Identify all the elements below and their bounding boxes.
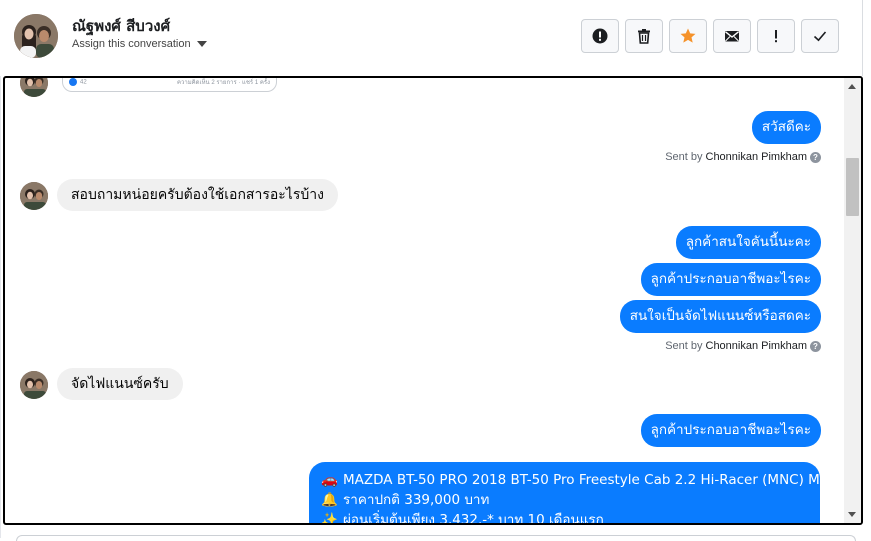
star-icon	[680, 28, 696, 43]
sent-by-label: Sent by Chonnikan Pimkham?	[665, 340, 821, 352]
message-bubble-incoming[interactable]: จัดไฟแนนซ์ครับ	[57, 368, 183, 400]
shared-post-preview[interactable]: 42 ความคิดเห็น 2 รายการ · แชร์ 1 ครั้ง	[62, 78, 277, 92]
star-button[interactable]	[669, 19, 707, 53]
left-frame	[0, 76, 1, 538]
delete-button[interactable]	[625, 19, 663, 53]
product-installment-line: ✨ ผ่อนเริ่มต้นเพียง 3,432.-* บาท 10 เดือน…	[321, 510, 808, 525]
message-bubble-outgoing[interactable]: ลูกค้าประกอบอาชีพอะไรคะ	[640, 263, 821, 296]
contact-avatar	[20, 182, 48, 210]
product-price-line: 🔔 ราคาปกติ 339,000 บาท	[321, 492, 490, 508]
reaction-count: 42	[69, 78, 87, 86]
exclamation-icon	[775, 30, 777, 43]
message-bubble-outgoing[interactable]: ลูกค้าสนใจคันนี้นะคะ	[675, 226, 821, 259]
caret-down-icon	[196, 41, 207, 47]
done-button[interactable]	[801, 19, 839, 53]
contact-avatar	[20, 371, 48, 399]
conversation-header: ณัฐพงศ์ สีบวงศ์ Assign this conversation	[0, 0, 871, 76]
scroll-thumb[interactable]	[846, 158, 859, 216]
assign-label: Assign this conversation	[72, 38, 191, 50]
contact-name: ณัฐพงศ์ สีบวงศ์	[72, 17, 171, 35]
sparkles-icon: ✨	[321, 512, 338, 525]
checkmark-icon	[813, 31, 827, 42]
scroll-down-arrow-icon[interactable]	[848, 512, 856, 517]
sent-by-label: Sent by Chonnikan Pimkham?	[665, 151, 821, 163]
message-bubble-outgoing[interactable]: ลูกค้าประกอบอาชีพอะไรคะ	[640, 414, 821, 447]
header-divider	[862, 0, 863, 76]
car-icon: 🚗	[321, 472, 338, 488]
envelope-icon	[725, 31, 739, 42]
post-meta: ความคิดเห็น 2 รายการ · แชร์ 1 ครั้ง	[176, 79, 270, 86]
like-icon	[69, 78, 77, 86]
help-icon[interactable]: ?	[810, 340, 821, 352]
trash-icon	[638, 29, 650, 44]
scrollbar[interactable]	[844, 78, 861, 523]
product-title-line: 🚗 MAZDA BT-50 PRO 2018 BT-50 Pro Freestyl…	[321, 472, 829, 488]
bell-icon: 🔔	[321, 492, 338, 508]
help-icon[interactable]: ?	[810, 151, 821, 163]
mail-button[interactable]	[713, 19, 751, 53]
spam-button[interactable]	[581, 19, 619, 53]
assign-conversation-dropdown[interactable]: Assign this conversation	[72, 38, 207, 50]
avatar[interactable]	[14, 14, 58, 58]
alert-circle-icon	[592, 28, 608, 44]
message-bubble-outgoing[interactable]: สนใจเป็นจัดไฟแนนซ์หรือสดคะ	[619, 300, 821, 333]
contact-avatar	[20, 78, 48, 97]
message-thread[interactable]: 42 ความคิดเห็น 2 รายการ · แชร์ 1 ครั้ง ส…	[3, 76, 863, 525]
message-composer[interactable]	[16, 535, 856, 541]
message-bubble-outgoing[interactable]: สวัสดีคะ	[751, 111, 821, 144]
product-message-card[interactable]: 🚗 MAZDA BT-50 PRO 2018 BT-50 Pro Freestyl…	[309, 462, 829, 525]
conversation-toolbar	[581, 19, 839, 53]
follow-up-button[interactable]	[757, 19, 795, 53]
message-bubble-incoming[interactable]: สอบถามหน่อยครับต้องใช้เอกสารอะไรบ้าง	[57, 179, 338, 211]
scroll-up-arrow-icon[interactable]	[848, 84, 856, 89]
